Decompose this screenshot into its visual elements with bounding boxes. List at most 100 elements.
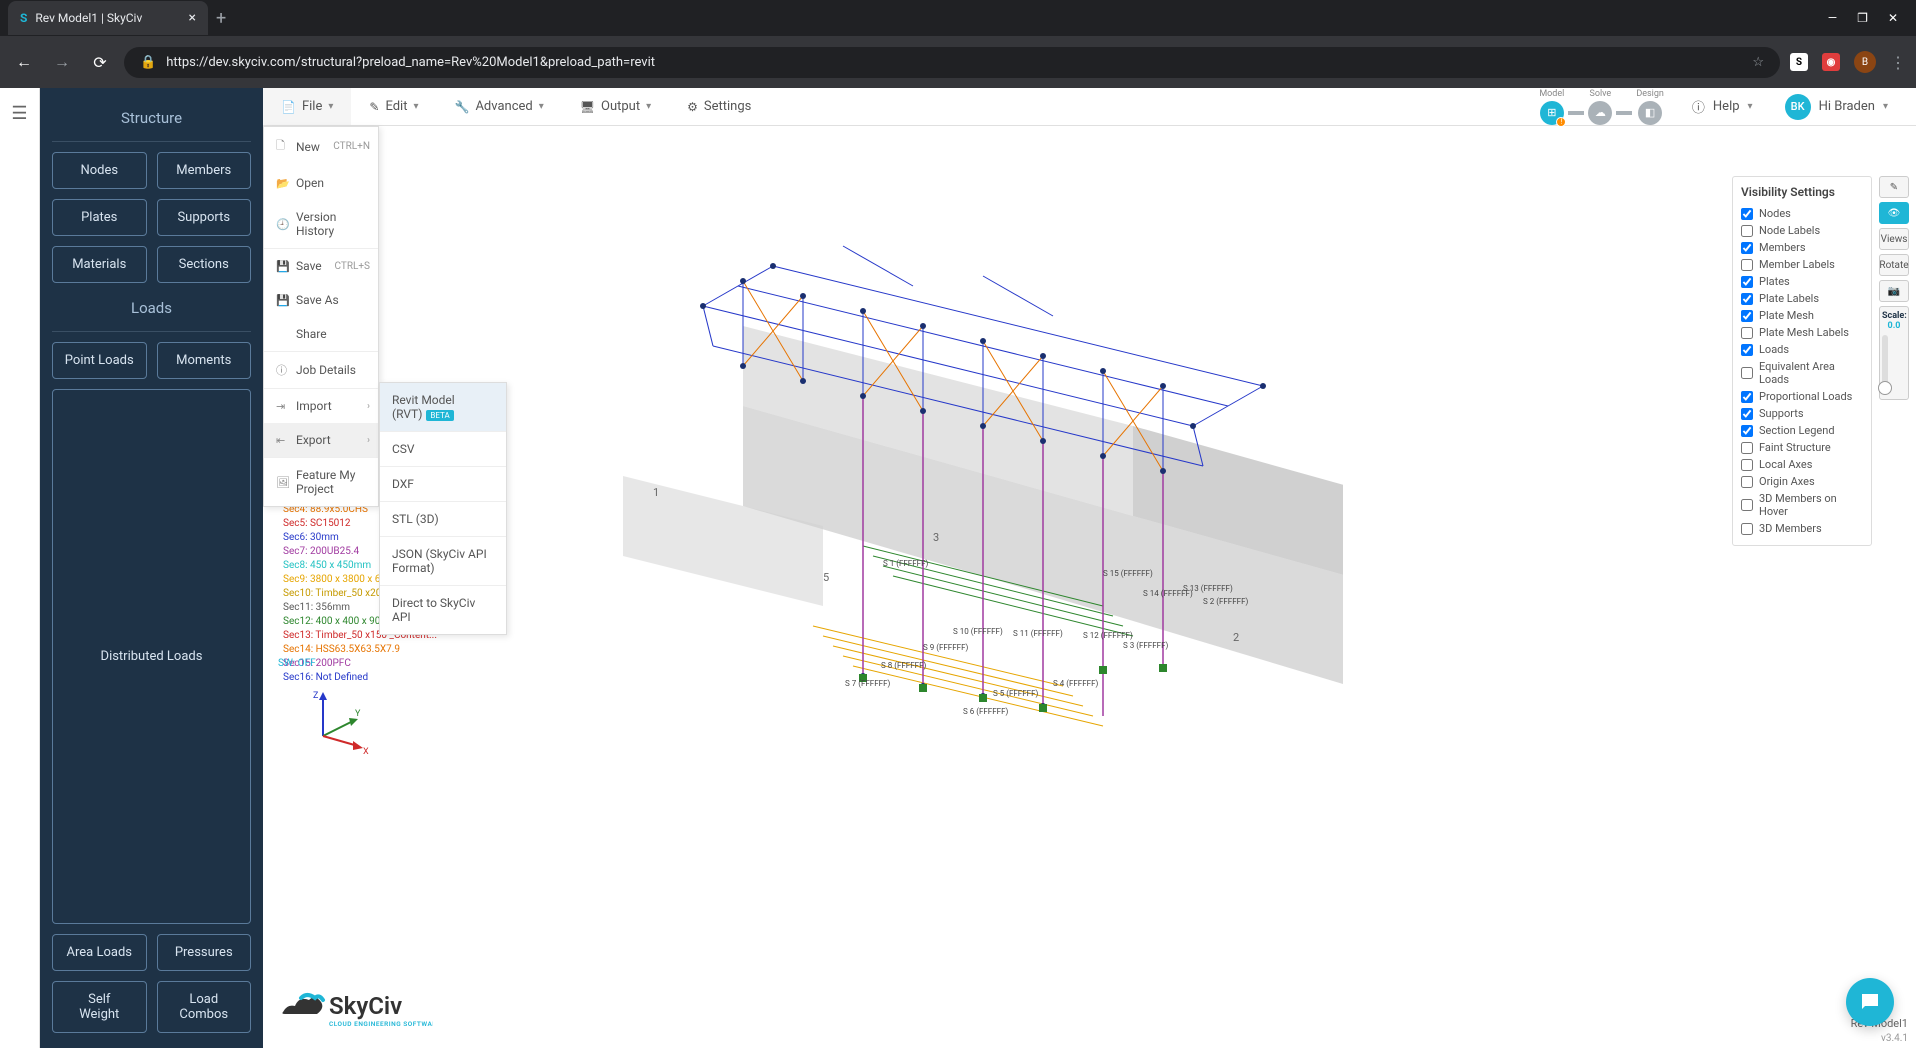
visibility-checkbox[interactable] [1741, 293, 1753, 305]
browser-profile-icon[interactable]: B [1854, 51, 1876, 73]
back-icon[interactable]: ← [10, 52, 38, 72]
visibility-item[interactable]: Proportional Loads [1741, 388, 1863, 405]
user-menu-button[interactable]: BK Hi Braden [1769, 94, 1916, 120]
visibility-item[interactable]: Nodes [1741, 205, 1863, 222]
tab-close-icon[interactable]: × [189, 10, 196, 26]
file-job-details[interactable]: ⓘJob Details [264, 352, 378, 388]
file-save-as[interactable]: 💾Save As [264, 283, 378, 317]
visibility-item[interactable]: Member Labels [1741, 256, 1863, 273]
visibility-item[interactable]: Plate Mesh [1741, 307, 1863, 324]
self-weight-button[interactable]: Self Weight [52, 981, 147, 1033]
structural-model[interactable]: 1 3 5 2 [543, 196, 1343, 766]
export-json[interactable]: JSON (SkyCiv API Format) [380, 537, 506, 585]
eye-tool-icon[interactable]: 👁 [1879, 202, 1909, 224]
scale-slider[interactable] [1882, 335, 1888, 395]
visibility-checkbox[interactable] [1741, 391, 1753, 403]
export-dxf[interactable]: DXF [380, 467, 506, 501]
file-import[interactable]: ⇥Import› [264, 389, 378, 423]
nodes-button[interactable]: Nodes [52, 152, 147, 189]
new-tab-icon[interactable]: + [216, 8, 226, 29]
visibility-item[interactable]: Origin Axes [1741, 473, 1863, 490]
visibility-checkbox[interactable] [1741, 242, 1753, 254]
visibility-item[interactable]: 3D Members on Hover [1741, 490, 1863, 520]
visibility-item[interactable]: 3D Members [1741, 520, 1863, 537]
file-open[interactable]: 📂Open [264, 166, 378, 200]
sections-button[interactable]: Sections [157, 246, 252, 283]
forward-icon[interactable]: → [48, 52, 76, 72]
camera-icon[interactable]: 📷 [1879, 280, 1909, 302]
visibility-item[interactable]: Node Labels [1741, 222, 1863, 239]
pressures-button[interactable]: Pressures [157, 934, 252, 971]
edit-menu-button[interactable]: ✎ Edit [351, 88, 436, 125]
export-csv[interactable]: CSV [380, 432, 506, 466]
stage-design-icon[interactable]: ◧ [1638, 101, 1662, 125]
extension-shield-icon[interactable]: ◉ [1822, 53, 1840, 71]
axis-gizmo[interactable]: Z Y X [303, 686, 373, 756]
extension-s-icon[interactable]: S [1790, 53, 1808, 71]
visibility-item[interactable]: Supports [1741, 405, 1863, 422]
star-icon[interactable]: ☆ [1752, 55, 1764, 70]
export-revit[interactable]: Revit Model (RVT)BETA [380, 383, 506, 431]
advanced-menu-button[interactable]: 🔧 Advanced [437, 88, 562, 125]
moments-button[interactable]: Moments [157, 342, 252, 379]
views-button[interactable]: Views [1879, 228, 1909, 250]
point-loads-button[interactable]: Point Loads [52, 342, 147, 379]
settings-button[interactable]: ⚙ Settings [669, 88, 769, 125]
visibility-checkbox[interactable] [1741, 367, 1753, 379]
visibility-checkbox[interactable] [1741, 310, 1753, 322]
window-minimize-icon[interactable]: — [1828, 11, 1837, 25]
visibility-item[interactable]: Plate Labels [1741, 290, 1863, 307]
members-button[interactable]: Members [157, 152, 252, 189]
visibility-checkbox[interactable] [1741, 208, 1753, 220]
url-bar[interactable]: 🔒 https://dev.skyciv.com/structural?prel… [124, 47, 1780, 78]
file-new[interactable]: 🗋NewCTRL+N [264, 127, 378, 166]
visibility-checkbox[interactable] [1741, 327, 1753, 339]
visibility-item[interactable]: Loads [1741, 341, 1863, 358]
export-stl[interactable]: STL (3D) [380, 502, 506, 536]
visibility-item[interactable]: Equivalent Area Loads [1741, 358, 1863, 388]
distributed-loads-button[interactable]: Distributed Loads [52, 389, 251, 924]
file-feature-project[interactable]: 🖼Feature My Project [264, 458, 378, 506]
browser-tab[interactable]: S Rev Model1 | SkyCiv × [8, 1, 208, 35]
visibility-item[interactable]: Plate Mesh Labels [1741, 324, 1863, 341]
visibility-checkbox[interactable] [1741, 442, 1753, 454]
canvas-viewport[interactable]: Sec1: 600 x 600 x 900m...Sec2: 200UB25.4… [263, 126, 1916, 1048]
visibility-checkbox[interactable] [1741, 408, 1753, 420]
supports-button[interactable]: Supports [157, 199, 252, 236]
plates-button[interactable]: Plates [52, 199, 147, 236]
file-share[interactable]: Share [264, 317, 378, 351]
window-maximize-icon[interactable]: ❐ [1857, 11, 1868, 25]
reload-icon[interactable]: ⟳ [86, 53, 114, 72]
visibility-item[interactable]: Local Axes [1741, 456, 1863, 473]
visibility-checkbox[interactable] [1741, 523, 1753, 535]
load-combos-button[interactable]: Load Combos [157, 981, 252, 1033]
hamburger-icon[interactable]: ☰ [11, 103, 27, 1048]
visibility-checkbox[interactable] [1741, 499, 1753, 511]
visibility-checkbox[interactable] [1741, 425, 1753, 437]
visibility-checkbox[interactable] [1741, 276, 1753, 288]
visibility-checkbox[interactable] [1741, 459, 1753, 471]
file-save[interactable]: 💾SaveCTRL+S [264, 249, 378, 283]
stage-solve-icon[interactable]: ☁ [1588, 101, 1612, 125]
export-direct-api[interactable]: Direct to SkyCiv API [380, 586, 506, 634]
file-export[interactable]: ⇤Export› [264, 423, 378, 457]
output-menu-button[interactable]: 🖥 Output [562, 88, 669, 125]
help-menu-button[interactable]: ⓘ Help [1676, 97, 1769, 116]
materials-button[interactable]: Materials [52, 246, 147, 283]
visibility-checkbox[interactable] [1741, 225, 1753, 237]
visibility-item[interactable]: Plates [1741, 273, 1863, 290]
pencil-tool-icon[interactable]: ✎ [1879, 176, 1909, 198]
window-close-icon[interactable]: ✕ [1888, 11, 1898, 25]
visibility-item[interactable]: Faint Structure [1741, 439, 1863, 456]
visibility-checkbox[interactable] [1741, 344, 1753, 356]
visibility-checkbox[interactable] [1741, 259, 1753, 271]
visibility-item[interactable]: Section Legend [1741, 422, 1863, 439]
browser-menu-icon[interactable]: ⋮ [1890, 53, 1906, 72]
file-version-history[interactable]: 🕘Version History [264, 200, 378, 248]
chat-bubble-icon[interactable] [1846, 978, 1894, 1026]
visibility-checkbox[interactable] [1741, 476, 1753, 488]
file-menu-button[interactable]: 📄 File [263, 88, 351, 125]
visibility-item[interactable]: Members [1741, 239, 1863, 256]
rotate-button[interactable]: Rotate [1879, 254, 1909, 276]
area-loads-button[interactable]: Area Loads [52, 934, 147, 971]
